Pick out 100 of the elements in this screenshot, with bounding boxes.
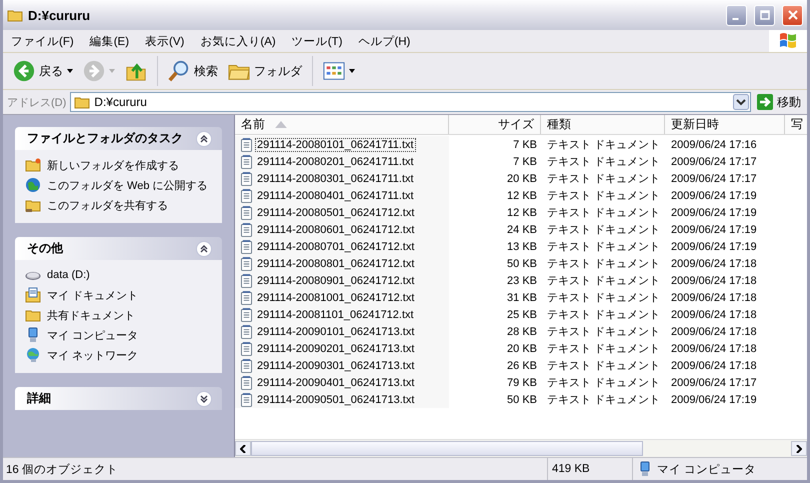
caret-icon	[349, 69, 355, 73]
file-type: テキスト ドキュメント	[546, 155, 662, 170]
minimize-icon	[732, 18, 739, 20]
globe-icon	[25, 177, 41, 193]
task-link[interactable]: マイ ドキュメント	[47, 288, 138, 302]
back-button[interactable]: 戻る	[9, 58, 77, 84]
collapse-icon[interactable]	[196, 240, 212, 256]
modified-date: 2009/06/24 17:19	[670, 206, 758, 220]
panel-title: その他	[27, 240, 63, 257]
task-link[interactable]: 新しいフォルダを作成する	[47, 158, 179, 172]
modified-date: 2009/06/24 17:18	[670, 342, 758, 356]
file-size: 12 KB	[506, 188, 538, 204]
file-type: テキスト ドキュメント	[546, 257, 662, 272]
address-field[interactable]: D:¥cururu	[70, 92, 751, 112]
total-size: 419 KB	[547, 458, 632, 480]
file-type: テキスト ドキュメント	[546, 291, 662, 306]
column-header[interactable]: 写	[785, 115, 807, 134]
modified-date: 2009/06/24 17:19	[670, 188, 758, 204]
task-link[interactable]: このフォルダを共有する	[47, 198, 168, 212]
column-header[interactable]: 名前	[235, 115, 449, 134]
task-link[interactable]: 共有ドキュメント	[47, 308, 135, 322]
file-type: テキスト ドキュメント	[546, 308, 662, 323]
menu-item[interactable]: お気に入り(A)	[192, 34, 284, 48]
folders-button[interactable]: フォルダ	[224, 58, 306, 84]
location-label: マイ コンピュータ	[657, 462, 756, 476]
scroll-left-button[interactable]	[235, 441, 251, 456]
file-type: テキスト ドキュメント	[546, 325, 662, 340]
address-label: アドレス(D)	[7, 96, 66, 110]
menu-item[interactable]: ツール(T)	[284, 34, 350, 48]
modified-date: 2009/06/24 17:17	[670, 172, 758, 186]
modified-date: 2009/06/24 17:19	[670, 392, 758, 408]
file-size: 7 KB	[512, 138, 538, 152]
file-type: テキスト ドキュメント	[546, 393, 662, 408]
file-name[interactable]: 291114-20080101_06241711.txt	[255, 138, 416, 152]
file-type: テキスト ドキュメント	[546, 359, 662, 374]
modified-date: 2009/06/24 17:17	[670, 376, 758, 390]
file-size: 20 KB	[506, 172, 538, 186]
file-size: 20 KB	[506, 342, 538, 356]
arrow-icon	[757, 94, 773, 110]
logo-icon	[778, 31, 798, 51]
modified-date: 2009/06/24 17:18	[670, 308, 758, 322]
menu-item[interactable]: 表示(V)	[137, 34, 192, 48]
panel-title: 詳細	[27, 390, 51, 407]
menu-item[interactable]: 編集(E)	[82, 34, 138, 48]
modified-date: 2009/06/24 17:17	[670, 154, 758, 170]
documents-icon	[25, 287, 41, 303]
task-link[interactable]: data (D:)	[47, 269, 90, 281]
modified-date: 2009/06/24 17:18	[670, 256, 758, 272]
collapse-icon[interactable]	[196, 130, 212, 146]
file-size: 24 KB	[506, 222, 538, 238]
file-type: テキスト ドキュメント	[546, 342, 662, 357]
menu-item[interactable]: ファイル(F)	[3, 34, 82, 48]
network-icon	[25, 347, 41, 363]
column-header[interactable]: サイズ	[449, 115, 541, 134]
object-count: 16 個のオブジェクト	[5, 462, 119, 476]
minimize-button[interactable]	[726, 4, 747, 26]
task-link[interactable]: マイ ネットワーク	[47, 348, 138, 362]
scroll-right-button[interactable]	[791, 441, 807, 456]
caret-icon	[67, 69, 73, 73]
search-icon	[168, 60, 190, 82]
file-size: 50 KB	[506, 392, 538, 408]
modified-date: 2009/06/24 17:16	[670, 138, 758, 152]
maximize-button[interactable]	[754, 4, 775, 26]
modified-date: 2009/06/24 17:18	[670, 324, 758, 340]
file-size: 12 KB	[506, 206, 538, 220]
file-type: テキスト ドキュメント	[546, 240, 662, 255]
modified-date: 2009/06/24 17:18	[670, 274, 758, 288]
file-size: 23 KB	[506, 274, 538, 288]
task-link[interactable]: マイ コンピュータ	[47, 328, 138, 342]
maximize-icon	[760, 10, 770, 20]
folder-icon	[25, 157, 41, 173]
modified-date: 2009/06/24 17:19	[670, 222, 758, 238]
go-button[interactable]: 移動	[755, 94, 803, 110]
file-type: テキスト ドキュメント	[546, 274, 662, 289]
search-button[interactable]: 検索	[164, 58, 222, 84]
caret-icon	[109, 69, 115, 73]
file-type: テキスト ドキュメント	[546, 138, 662, 153]
views-grid-icon	[323, 60, 345, 82]
file-type: テキスト ドキュメント	[546, 172, 662, 187]
file-type: テキスト ドキュメント	[546, 206, 662, 221]
file-size: 31 KB	[506, 290, 538, 306]
task-link[interactable]: このフォルダを Web に公開する	[47, 178, 208, 192]
modified-date: 2009/06/24 17:19	[670, 240, 758, 254]
column-header[interactable]: 種類	[541, 115, 665, 134]
modified-date: 2009/06/24 17:18	[670, 290, 758, 306]
close-icon	[788, 10, 798, 20]
file-size: 79 KB	[506, 376, 538, 390]
menu-item[interactable]: ヘルプ(H)	[350, 34, 418, 48]
scroll-thumb[interactable]	[251, 441, 643, 456]
collapse-icon[interactable]	[196, 390, 212, 406]
file-type: テキスト ドキュメント	[546, 223, 662, 238]
window-title: D:¥cururu	[28, 8, 90, 22]
file-type: テキスト ドキュメント	[546, 376, 662, 391]
close-button[interactable]	[782, 4, 803, 26]
modified-date: 2009/06/24 17:18	[670, 358, 758, 374]
file-size: 28 KB	[506, 324, 538, 340]
column-header[interactable]: 更新日時	[665, 115, 785, 134]
dropdown-icon[interactable]	[733, 94, 749, 110]
file-size: 26 KB	[506, 358, 538, 374]
panel-title: ファイルとフォルダのタスク	[27, 130, 183, 147]
